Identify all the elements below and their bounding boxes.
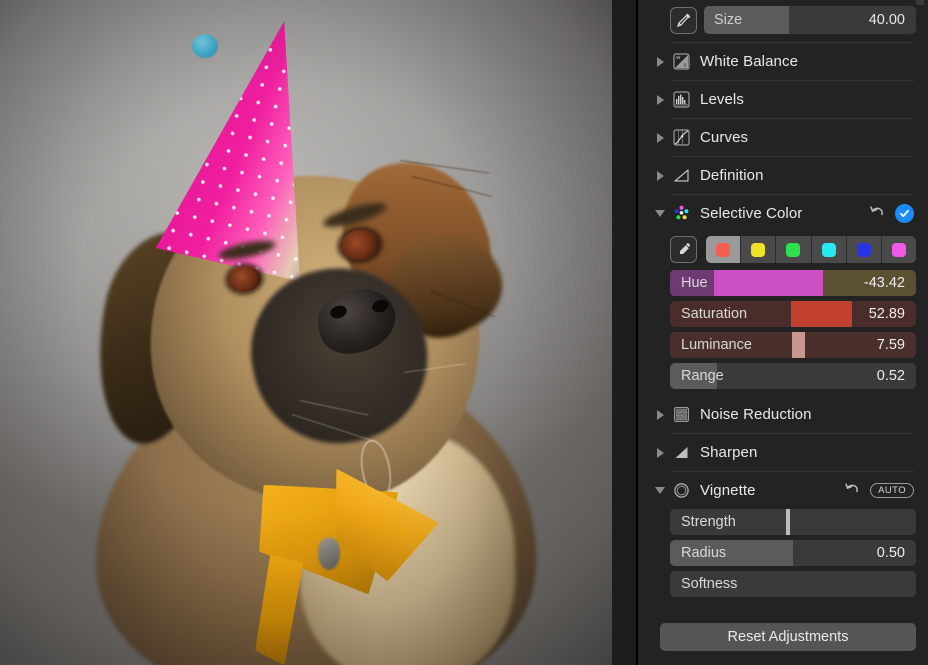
eyedropper-icon[interactable] — [670, 236, 697, 263]
adjustment-label: Sharpen — [700, 444, 758, 461]
swatch-red[interactable] — [706, 236, 742, 263]
brush-size-row: Size 40.00 — [648, 0, 916, 42]
swatch-blue[interactable] — [847, 236, 882, 263]
swatch-cyan[interactable] — [812, 236, 847, 263]
slider-label: Range — [681, 368, 724, 384]
disclosure-triangle-icon[interactable] — [652, 447, 668, 458]
cutoff-control-above — [916, 0, 924, 5]
slider-hue[interactable]: Hue -43.42 — [670, 270, 916, 296]
adjustment-label: White Balance — [700, 53, 799, 70]
slider-label: Strength — [681, 514, 736, 530]
disclosure-triangle-icon[interactable] — [652, 409, 668, 420]
adjustment-actions: AUTO — [844, 482, 916, 499]
adjustment-row-curves[interactable]: Curves — [648, 119, 916, 156]
reset-adjustments-wrap: Reset Adjustments — [648, 623, 916, 651]
size-slider[interactable]: Size 40.00 — [704, 6, 916, 34]
slider-radius[interactable]: Radius 0.50 — [670, 540, 916, 566]
levels-icon — [672, 90, 691, 109]
white-balance-icon: WB — [672, 52, 691, 71]
auto-button[interactable]: AUTO — [870, 483, 914, 498]
adjustment-label: Definition — [700, 167, 764, 184]
size-value: 40.00 — [868, 12, 905, 28]
vignette-sliders: Strength Radius 0.50 Softness — [648, 509, 916, 604]
slider-luminance[interactable]: Luminance 7.59 — [670, 332, 916, 358]
photo-editor-window: Size 40.00 WB White Balance Levels Curve… — [0, 0, 928, 665]
adjustment-label: Curves — [700, 129, 749, 146]
adjustment-row-noise-reduction[interactable]: Noise Reduction — [648, 396, 916, 433]
slider-label: Radius — [681, 545, 727, 561]
adjustment-label: Selective Color — [700, 205, 803, 222]
sharpen-icon — [672, 443, 691, 462]
slider-value: 0.50 — [876, 545, 905, 561]
selective-color-swatch-row — [648, 232, 916, 270]
disclosure-triangle-icon[interactable] — [652, 170, 668, 181]
vignette-icon — [672, 481, 691, 500]
reset-adjustments-button[interactable]: Reset Adjustments — [660, 623, 916, 651]
adjustment-label: Vignette — [700, 482, 756, 499]
slider-fill — [791, 332, 806, 358]
adjustment-actions — [869, 204, 916, 223]
slider-softness[interactable]: Softness — [670, 571, 916, 597]
swatch-green[interactable] — [776, 236, 812, 263]
slider-value: 0.52 — [876, 368, 905, 384]
slider-fill — [790, 301, 853, 327]
slider-label: Hue — [681, 275, 708, 291]
adjustments-panel: Size 40.00 WB White Balance Levels Curve… — [638, 0, 928, 665]
slider-value: 7.59 — [876, 337, 905, 353]
slider-value: 52.89 — [868, 306, 905, 322]
disclosure-triangle-icon[interactable] — [652, 56, 668, 67]
slider-knob[interactable] — [785, 509, 790, 535]
disclosure-triangle-icon[interactable] — [652, 132, 668, 143]
revert-arrow-icon[interactable] — [869, 205, 886, 222]
adjustment-row-levels[interactable]: Levels — [648, 81, 916, 118]
noise-reduction-icon — [672, 405, 691, 424]
disclosure-triangle-icon[interactable] — [652, 210, 668, 217]
swatch-magenta[interactable] — [882, 236, 916, 263]
adjustment-row-sharpen[interactable]: Sharpen — [648, 434, 916, 471]
disclosure-triangle-icon[interactable] — [652, 487, 668, 494]
selective-color-icon — [672, 204, 691, 223]
adjustment-row-white-balance[interactable]: WB White Balance — [648, 43, 916, 80]
adjustment-row-vignette[interactable]: Vignette AUTO — [648, 472, 916, 509]
curves-icon — [672, 128, 691, 147]
slider-label: Softness — [681, 576, 738, 592]
slider-value: -43.42 — [863, 275, 905, 291]
slider-range[interactable]: Range 0.52 — [670, 363, 916, 389]
panel-divider — [612, 0, 638, 665]
adjustment-row-selective-color[interactable]: Selective Color — [648, 195, 916, 232]
slider-label: Saturation — [681, 306, 748, 322]
slider-strength[interactable]: Strength — [670, 509, 916, 535]
svg-text:B: B — [684, 63, 687, 68]
size-label: Size — [714, 12, 743, 28]
slider-saturation[interactable]: Saturation 52.89 — [670, 301, 916, 327]
disclosure-triangle-icon[interactable] — [652, 94, 668, 105]
photo-vignette-overlay — [0, 0, 612, 665]
checkmark-icon[interactable] — [895, 204, 914, 223]
brush-icon[interactable] — [670, 6, 697, 34]
adjustment-label: Levels — [700, 91, 744, 108]
adjustment-row-definition[interactable]: Definition — [648, 157, 916, 194]
svg-text:W: W — [676, 55, 680, 60]
color-swatches[interactable] — [706, 236, 916, 263]
slider-label: Luminance — [681, 337, 752, 353]
swatch-yellow[interactable] — [741, 236, 777, 263]
revert-arrow-icon[interactable] — [844, 482, 861, 499]
adjustment-label: Noise Reduction — [700, 406, 812, 423]
selective-color-sliders: Hue -43.42 Saturation 52.89 Luminance 7.… — [648, 270, 916, 396]
definition-icon — [672, 166, 691, 185]
image-canvas[interactable] — [0, 0, 612, 665]
